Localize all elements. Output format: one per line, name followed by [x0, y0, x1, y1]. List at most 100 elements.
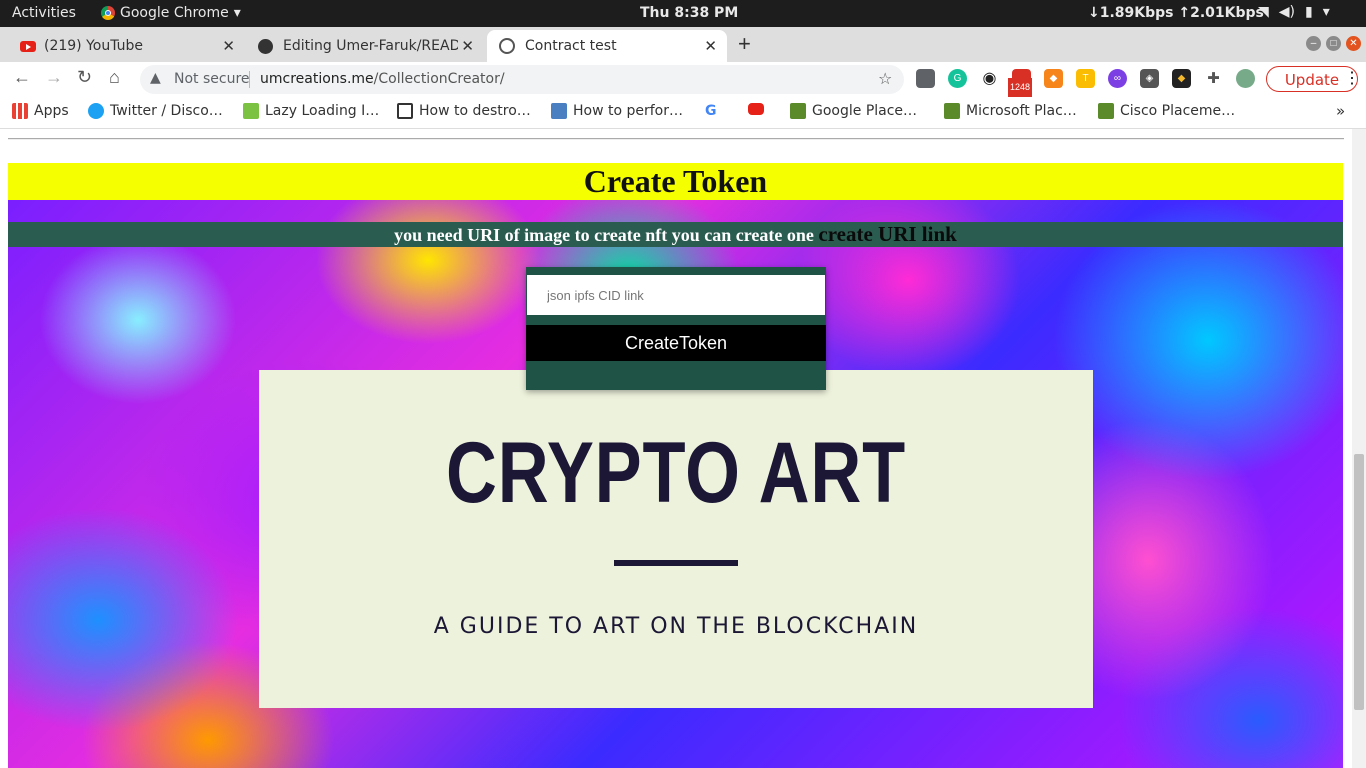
- google-icon: G: [705, 103, 717, 119]
- bookmark-label: Google Place…: [812, 103, 918, 119]
- page-viewport: Create Token you need URI of image to cr…: [0, 129, 1352, 768]
- tab-github[interactable]: Editing Umer-Faruk/READ ✕: [248, 30, 484, 62]
- bookmark-twitter[interactable]: Twitter / Disco…: [88, 103, 223, 119]
- bookmark-icon: [790, 103, 806, 119]
- close-icon[interactable]: ✕: [222, 37, 235, 55]
- security-label[interactable]: Not secure: [174, 71, 250, 87]
- bookmark-lazy-loading[interactable]: Lazy Loading I…: [243, 103, 379, 119]
- binance-icon[interactable]: ◆: [1172, 69, 1191, 88]
- art-subtitle: A GUIDE TO ART ON THE BLOCKCHAIN: [433, 614, 919, 639]
- bookmark-label: Apps: [34, 103, 69, 119]
- bookmark-google-placement[interactable]: Google Place…: [790, 103, 917, 119]
- maximize-button[interactable]: □: [1326, 36, 1341, 51]
- cid-link-input[interactable]: [527, 275, 825, 315]
- bookmark-how-to-perform[interactable]: How to perfor…: [551, 103, 683, 119]
- tray-dropdown-icon: ▾: [1322, 4, 1330, 20]
- bookmark-label: Microsoft Plac…: [966, 103, 1077, 119]
- bookmark-cisco-placement[interactable]: Cisco Placeme…: [1098, 103, 1235, 119]
- divider-line: [614, 560, 738, 566]
- create-token-form: CreateToken: [526, 267, 826, 390]
- wifi-icon: ◥: [1258, 4, 1269, 20]
- new-tab-button[interactable]: +: [738, 31, 751, 57]
- chrome-icon: [101, 6, 115, 20]
- create-uri-link[interactable]: create URI link: [818, 222, 956, 246]
- extension-icon[interactable]: ◈: [1140, 69, 1159, 88]
- page-header: Create Token: [8, 163, 1343, 200]
- close-icon[interactable]: ✕: [704, 37, 717, 55]
- bookmark-label: Lazy Loading I…: [265, 103, 380, 119]
- app-name: Google Chrome: [120, 5, 229, 21]
- system-top-bar: Activities Google Chrome ▾ Thu 8:38 PM ↓…: [0, 0, 1366, 27]
- puzzle-icon[interactable]: ✚: [1204, 69, 1223, 88]
- extension-icons: G ◉ 1248 ◆ T ∞ ◈ ◆ ✚: [916, 69, 1255, 97]
- bookmark-label: Cisco Placeme…: [1120, 103, 1236, 119]
- tab-youtube[interactable]: (219) YouTube ✕: [10, 30, 245, 62]
- menu-icon[interactable]: ⋮: [1344, 68, 1360, 88]
- bookmark-icon: [1098, 103, 1114, 119]
- bookmark-icon: [551, 103, 567, 119]
- window-close-button[interactable]: ✕: [1346, 36, 1361, 51]
- tab-contract-test[interactable]: Contract test ✕: [487, 30, 727, 62]
- address-bar[interactable]: ▲ Not secure umcreations.me/CollectionCr…: [140, 65, 904, 94]
- octocat-icon[interactable]: ◉: [980, 69, 999, 88]
- apps-grid-icon: [12, 103, 28, 119]
- page-title: Create Token: [583, 163, 768, 199]
- tab-strip: (219) YouTube ✕ Editing Umer-Faruk/READ …: [0, 27, 1366, 62]
- badge: 1248: [1008, 78, 1033, 97]
- youtube-icon: [748, 103, 764, 115]
- extension-icon[interactable]: T: [1076, 69, 1095, 88]
- youtube-icon: [20, 40, 36, 52]
- scrollbar-thumb[interactable]: [1354, 454, 1364, 710]
- hero-background: you need URI of image to create nft you …: [8, 200, 1343, 768]
- tab-label: (219) YouTube: [44, 38, 144, 54]
- info-bar: you need URI of image to create nft you …: [8, 222, 1343, 247]
- system-tray[interactable]: ◥ ◀) ▮ ▾: [1258, 4, 1330, 20]
- reload-button[interactable]: ↻: [77, 67, 92, 88]
- bookmark-icon: [944, 103, 960, 119]
- browser-toolbar: ← → ↻ ⌂ ▲ Not secure umcreations.me/Coll…: [0, 62, 1366, 97]
- tab-label: Editing Umer-Faruk/READ: [283, 38, 458, 54]
- metamask-icon[interactable]: ◆: [1044, 69, 1063, 88]
- grammarly-icon[interactable]: G: [948, 69, 967, 88]
- volume-icon: ◀): [1278, 4, 1296, 20]
- page-scrollbar[interactable]: [1352, 129, 1366, 768]
- tab-label: Contract test: [525, 38, 617, 54]
- crypto-art-card: CRYPTO ART A GUIDE TO ART ON THE BLOCKCH…: [259, 370, 1093, 708]
- globe-icon: [499, 38, 515, 54]
- battery-icon: ▮: [1305, 4, 1313, 20]
- bookmark-google[interactable]: G: [705, 103, 721, 119]
- info-text: you need URI of image to create nft you …: [394, 225, 819, 245]
- activities-button[interactable]: Activities: [12, 5, 76, 21]
- url-text[interactable]: umcreations.me/CollectionCreator/: [260, 71, 505, 87]
- minimize-button[interactable]: –: [1306, 36, 1321, 51]
- bookmark-youtube[interactable]: [748, 103, 764, 115]
- bookmark-label: How to destro…: [419, 103, 531, 119]
- art-title: CRYPTO ART: [445, 425, 907, 521]
- divider: [249, 71, 250, 88]
- calendar-extension-icon[interactable]: 1248: [1008, 69, 1033, 97]
- clock[interactable]: Thu 8:38 PM: [640, 5, 738, 21]
- warning-icon[interactable]: ▲: [150, 70, 161, 86]
- bookmark-icon: [243, 103, 259, 119]
- close-icon[interactable]: ✕: [461, 37, 474, 55]
- forward-button[interactable]: →: [45, 67, 63, 88]
- extension-icon[interactable]: ∞: [1108, 69, 1127, 88]
- create-token-button[interactable]: CreateToken: [526, 325, 826, 361]
- net-speed-indicator: ↓1.89Kbps ↑2.01Kbps: [1088, 5, 1264, 21]
- github-icon: [258, 38, 273, 54]
- bookmark-how-to-destroy[interactable]: How to destro…: [397, 103, 531, 119]
- bookmark-label: How to perfor…: [573, 103, 684, 119]
- back-button[interactable]: ←: [13, 67, 31, 88]
- home-icon[interactable]: ⌂: [109, 67, 120, 88]
- bookmark-microsoft-placement[interactable]: Microsoft Plac…: [944, 103, 1077, 119]
- horizontal-rule: [8, 138, 1344, 140]
- avatar[interactable]: [1236, 69, 1255, 88]
- bookmark-label: Twitter / Disco…: [110, 103, 223, 119]
- extension-icon[interactable]: [916, 69, 935, 88]
- url-path: /CollectionCreator/: [373, 71, 505, 87]
- bookmark-apps[interactable]: Apps: [12, 103, 69, 119]
- unity-icon: [397, 103, 413, 119]
- app-menu[interactable]: Google Chrome ▾: [101, 5, 241, 21]
- more-bookmarks-icon[interactable]: »: [1336, 102, 1345, 120]
- bookmark-star-icon[interactable]: ☆: [878, 69, 892, 88]
